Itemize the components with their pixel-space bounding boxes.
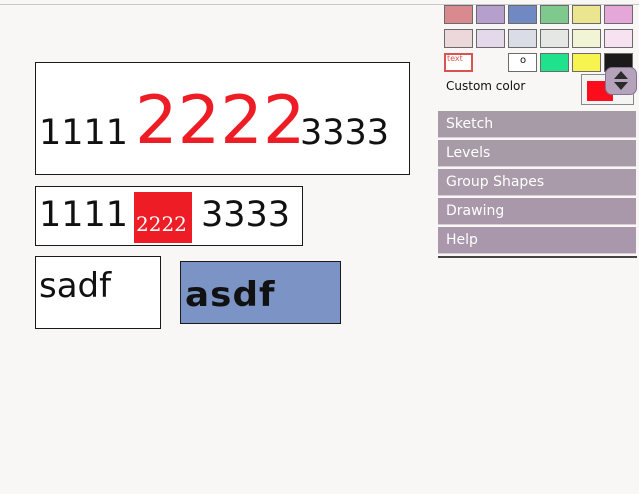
menu-bottom-border xyxy=(438,256,637,258)
menu-item-group-shapes[interactable]: Group Shapes xyxy=(438,169,636,196)
text-shape-mixed-size[interactable]: 1111 2222 3333 xyxy=(35,62,410,175)
text-shape-plain[interactable]: sadf xyxy=(35,256,161,329)
color-swatch[interactable] xyxy=(444,5,473,24)
text-run: 1111 xyxy=(39,113,129,153)
color-swatch[interactable] xyxy=(572,53,601,72)
color-swatch[interactable] xyxy=(540,5,569,24)
dot-icon: o xyxy=(520,55,527,66)
text-run: sadf xyxy=(39,266,112,306)
color-swatch[interactable] xyxy=(604,5,633,24)
menu-item-drawing[interactable]: Drawing xyxy=(438,198,636,225)
color-swatch[interactable] xyxy=(540,53,569,72)
no-fill-swatch[interactable]: o xyxy=(508,53,537,72)
color-swatch[interactable] xyxy=(508,5,537,24)
text-shape-highlighted[interactable]: 1111 2222 3333 xyxy=(35,186,303,246)
highlight-background: 2222 xyxy=(134,192,192,243)
text-run-highlighted: 2222 xyxy=(136,212,187,236)
menu-item-help[interactable]: Help xyxy=(438,227,636,254)
tool-panel: text o Custom color Sketch Levels Group Sha… xyxy=(438,0,637,258)
text-run: 3333 xyxy=(201,195,291,235)
color-spinner[interactable] xyxy=(605,67,637,95)
menu-item-levels[interactable]: Levels xyxy=(438,140,636,167)
color-swatch[interactable] xyxy=(540,29,569,48)
color-swatch[interactable] xyxy=(604,29,633,48)
chevron-down-icon[interactable] xyxy=(614,82,628,90)
text-run-large-red: 2222 xyxy=(135,81,306,159)
text-run: asdf xyxy=(185,275,276,315)
color-swatch[interactable] xyxy=(444,29,473,48)
text-run: 3333 xyxy=(300,113,390,153)
custom-color-label: Custom color xyxy=(446,79,526,93)
color-swatch[interactable] xyxy=(572,29,601,48)
color-swatch[interactable] xyxy=(572,5,601,24)
text-color-swatch[interactable]: text xyxy=(444,53,473,72)
chevron-up-icon[interactable] xyxy=(614,71,628,79)
color-swatch[interactable] xyxy=(476,29,505,48)
text-run: 1111 xyxy=(39,195,129,235)
color-swatch[interactable] xyxy=(508,29,537,48)
color-swatch[interactable] xyxy=(476,5,505,24)
swatch-label: text xyxy=(447,54,463,63)
text-shape-filled[interactable]: asdf xyxy=(180,261,341,324)
menu-item-sketch[interactable]: Sketch xyxy=(438,111,636,138)
